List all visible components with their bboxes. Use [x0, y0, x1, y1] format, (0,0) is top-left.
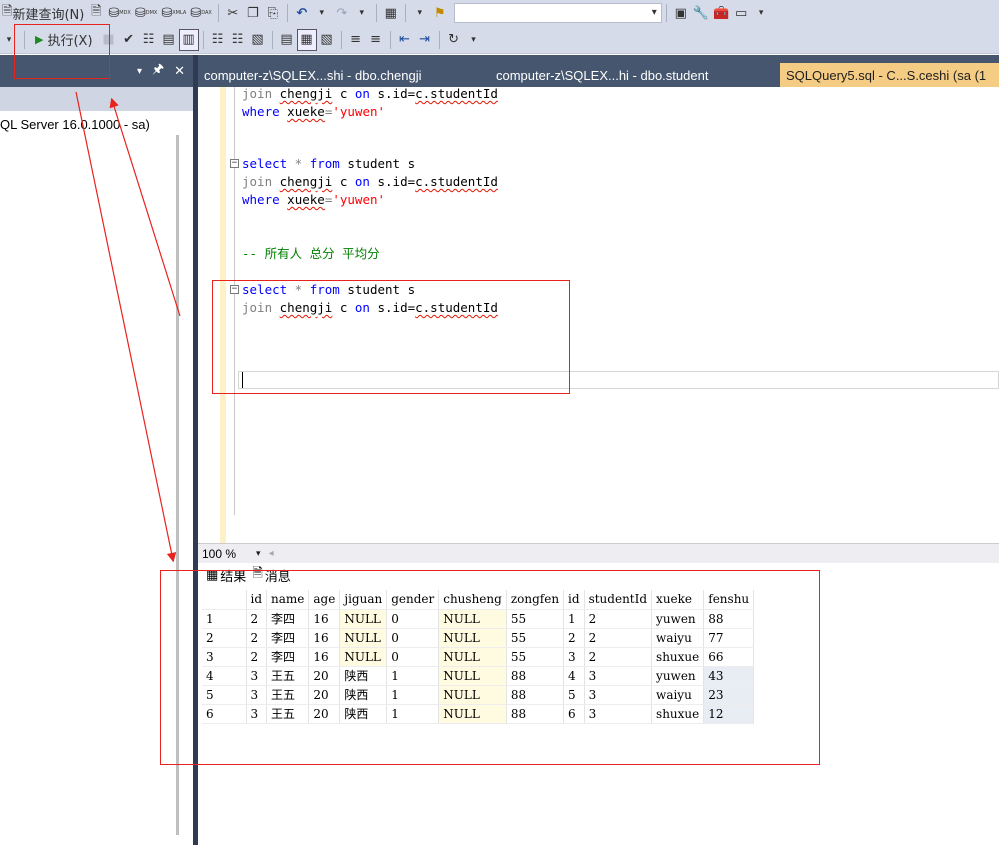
- close-icon[interactable]: ✕: [174, 64, 185, 79]
- sql-editor-toolbar: ▾ ▶ 执行(X) ■ ✔ ☷ ▤ ▥ ☷ ☷ ▧ ▤ ▦ ▧ ≡ ≡ ⇤ ⇥ …: [0, 26, 999, 54]
- redo-dropdown-icon[interactable]: ▾: [352, 2, 372, 24]
- undo-icon[interactable]: ↶: [292, 2, 312, 24]
- window-icon[interactable]: ▭: [731, 2, 751, 24]
- object-explorer-toolbar: [0, 87, 193, 111]
- new-query-label: 新建查询(N): [12, 7, 85, 23]
- document-tabs: computer-z\SQLEX...shi - dbo.chengji com…: [198, 55, 999, 87]
- annotation-box-results: [160, 570, 820, 765]
- zoom-bar: 100 % ▾ ◂: [198, 543, 999, 563]
- toolbar-separator: [438, 30, 440, 49]
- dmx-query-icon[interactable]: ⛁ DMX: [133, 2, 160, 24]
- code-line: select * from student s: [242, 156, 416, 171]
- toolbar-separator: [202, 30, 204, 49]
- decrease-indent-icon[interactable]: ⇤: [395, 29, 415, 51]
- parse-check-icon[interactable]: ✔: [119, 29, 139, 51]
- results-to-file-icon[interactable]: ▧: [317, 29, 337, 51]
- display-plan-icon[interactable]: ☷: [139, 29, 159, 51]
- comment-icon[interactable]: ≡: [346, 29, 366, 51]
- collapse-icon[interactable]: −: [230, 159, 239, 168]
- activity-monitor-icon[interactable]: ▣: [671, 2, 691, 24]
- database-engine-query-icon[interactable]: 🗎: [86, 2, 106, 24]
- specify-values-icon[interactable]: ↻: [444, 29, 464, 51]
- toolbox-icon[interactable]: 🧰: [711, 2, 731, 24]
- redo-icon[interactable]: ↷: [332, 2, 352, 24]
- toolbar-separator: [217, 4, 219, 22]
- results-to-text-icon[interactable]: ▤: [277, 29, 297, 51]
- solution-explorer-icon[interactable]: ▦: [381, 2, 401, 24]
- toolbar-separator: [340, 30, 342, 49]
- zoom-level[interactable]: 100 %: [198, 547, 236, 561]
- undo-dropdown-icon[interactable]: ▾: [312, 2, 332, 24]
- chevron-down-icon: ▾: [651, 7, 657, 18]
- toolbar-separator: [389, 30, 391, 49]
- cut-icon[interactable]: ✂: [223, 2, 243, 24]
- copy-icon[interactable]: ❐: [243, 2, 263, 24]
- include-plan-icon[interactable]: ☷: [208, 29, 228, 51]
- find-combo[interactable]: ▾: [453, 3, 662, 23]
- client-stats-icon[interactable]: ▧: [248, 29, 268, 51]
- code-line: join chengji c on s.id=c.studentId: [242, 174, 498, 189]
- navigate-dropdown-icon[interactable]: ▾: [410, 2, 430, 24]
- wrench-icon[interactable]: 🔧: [691, 2, 711, 24]
- toolbar-options-icon[interactable]: ▾: [464, 29, 484, 51]
- xmla-query-icon[interactable]: ⛁ XMLA: [159, 2, 188, 24]
- code-comment: -- 所有人 总分 平均分: [242, 246, 380, 261]
- panel-options-icon[interactable]: ▾: [137, 66, 142, 77]
- results-to-grid-icon[interactable]: ▦: [296, 28, 317, 51]
- mdx-query-icon[interactable]: ⛁ MDX: [106, 2, 133, 24]
- annotation-box-execute: [14, 24, 110, 79]
- intellisense-icon[interactable]: ▥: [178, 28, 199, 51]
- tab-student[interactable]: computer-z\SQLEX...hi - dbo.student: [490, 63, 780, 87]
- code-line: where xueke='yuwen': [242, 104, 386, 119]
- toolbar-separator: [271, 30, 273, 49]
- new-query-icon: 🗎: [2, 4, 13, 19]
- scroll-left-icon[interactable]: ◂: [269, 548, 274, 559]
- dax-query-icon[interactable]: ⛁ DAX: [188, 2, 214, 24]
- paste-icon[interactable]: ⎘: [263, 2, 283, 24]
- toolbar-separator: [286, 4, 288, 22]
- toolbar-separator: [375, 4, 377, 22]
- toolbar-separator: [404, 4, 406, 22]
- code-line: join chengji c on s.id=c.studentId: [242, 87, 498, 101]
- uncomment-icon[interactable]: ≡: [366, 29, 386, 51]
- tab-sqlquery5[interactable]: SQLQuery5.sql - C...S.ceshi (sa (1: [780, 63, 999, 87]
- query-options-icon[interactable]: ▤: [159, 29, 179, 51]
- toolbar-separator: [665, 4, 667, 22]
- toolbar-options-icon[interactable]: ▾: [751, 2, 771, 24]
- live-stats-icon[interactable]: ☷: [228, 29, 248, 51]
- tab-chengji[interactable]: computer-z\SQLEX...shi - dbo.chengji: [198, 63, 490, 87]
- main-toolbar: 🗎 新建查询(N) 🗎 ⛁ MDX ⛁ DMX ⛁ XMLA ⛁ DAX ✂ ❐ ⎘ ↶…: [0, 0, 999, 26]
- increase-indent-icon[interactable]: ⇥: [415, 29, 435, 51]
- code-line: where xueke='yuwen': [242, 192, 386, 207]
- server-node[interactable]: QL Server 16.0.1000 - sa): [0, 117, 150, 132]
- annotation-box-query: [212, 280, 570, 394]
- find-icon[interactable]: ⚑: [430, 2, 450, 24]
- pin-icon[interactable]: 🖈: [152, 60, 164, 82]
- zoom-dropdown-icon[interactable]: ▾: [256, 548, 261, 559]
- new-query-button[interactable]: 🗎 新建查询(N): [0, 2, 86, 24]
